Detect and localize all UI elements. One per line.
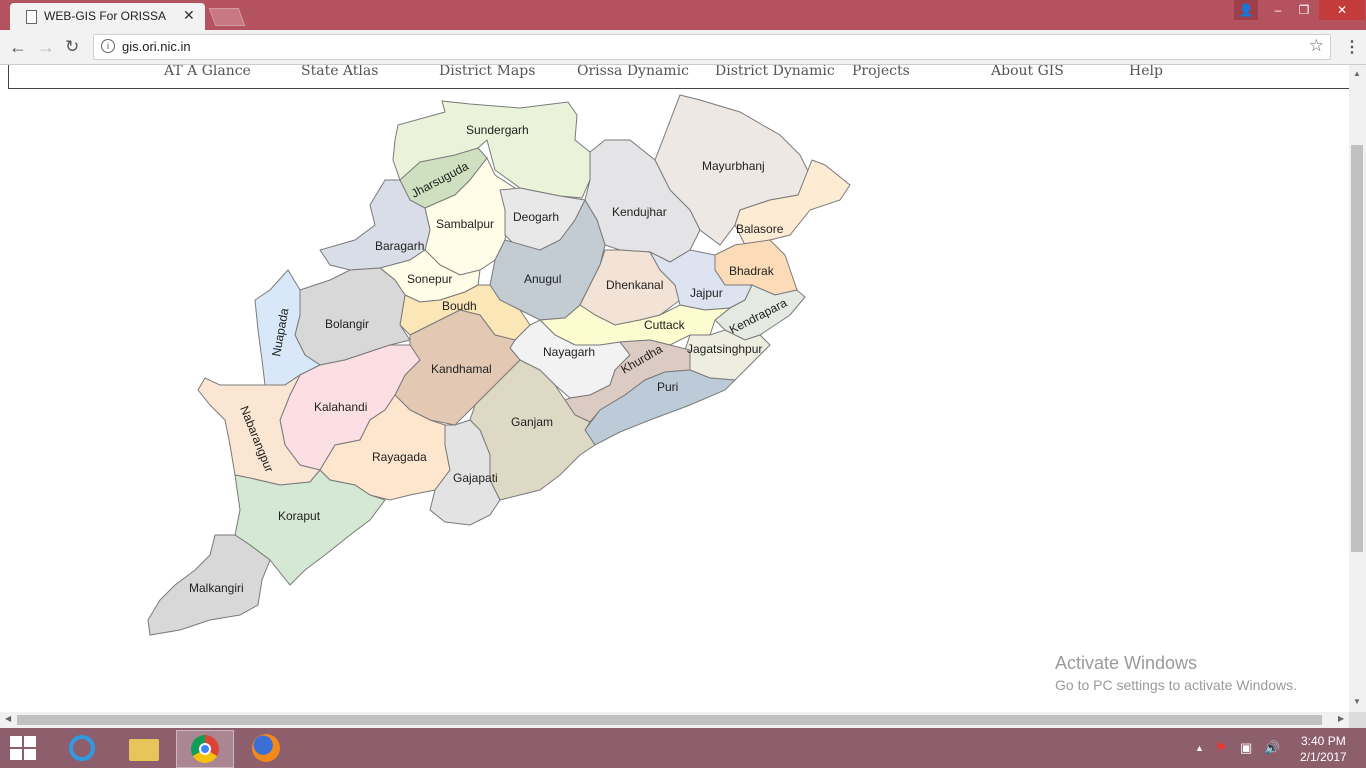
activate-windows-subtitle: Go to PC settings to activate Windows.	[1055, 677, 1297, 693]
user-profile-button[interactable]: 👤	[1234, 0, 1258, 20]
internet-explorer-icon	[69, 735, 95, 761]
action-center-flag-icon[interactable]: ⚑	[1215, 740, 1227, 756]
clock-date[interactable]: 2/1/2017	[1300, 750, 1347, 764]
clock-time[interactable]: 3:40 PM	[1301, 734, 1346, 748]
scroll-right-arrow-icon[interactable]: ▶	[1338, 714, 1344, 723]
scroll-left-arrow-icon[interactable]: ◀	[5, 714, 11, 723]
browser-tab[interactable]: WEB-GIS For ORISSA ✕	[10, 3, 205, 30]
new-tab-button[interactable]	[208, 8, 246, 26]
show-hidden-icons-icon[interactable]: ▲	[1195, 743, 1204, 753]
close-window-button[interactable]: ✕	[1319, 0, 1365, 20]
tab-title: WEB-GIS For ORISSA	[44, 9, 167, 23]
back-icon[interactable]: ←	[9, 37, 27, 58]
screen: WEB-GIS For ORISSA ✕ 👤 – ❐ ✕ ← → ↻ i gis…	[0, 0, 1366, 768]
scroll-up-arrow-icon[interactable]: ▲	[1353, 69, 1361, 78]
page-icon	[26, 10, 37, 24]
tab-close-icon[interactable]: ✕	[183, 7, 195, 24]
orissa-district-map: Sundergarh Jharsuguda Mayurbhanj Sambalp…	[147, 94, 851, 636]
vertical-scroll-thumb[interactable]	[1351, 145, 1363, 552]
start-tile	[10, 749, 22, 760]
restore-button[interactable]: ❐	[1292, 0, 1316, 20]
horizontal-scroll-thumb[interactable]	[17, 715, 1322, 725]
horizontal-scrollbar[interactable]: ◀ ▶	[0, 712, 1349, 728]
windows-start-icon[interactable]	[10, 736, 38, 762]
address-bar[interactable]: i gis.ori.nic.in ☆	[93, 34, 1331, 60]
reload-icon[interactable]: ↻	[65, 37, 79, 57]
district-jagatsinghpur[interactable]	[684, 329, 771, 381]
url-text[interactable]: gis.ori.nic.in	[122, 39, 191, 54]
windows-taskbar: ▲ ⚑ ▣ 🔊 3:40 PM 2/1/2017	[0, 728, 1366, 768]
chrome-menu-icon[interactable]: ⋮	[1344, 37, 1360, 57]
scrollbar-corner	[1349, 712, 1366, 728]
network-icon[interactable]: ▣	[1240, 740, 1252, 756]
volume-icon[interactable]: 🔊	[1264, 740, 1280, 756]
minimize-button[interactable]: –	[1266, 0, 1290, 20]
taskbar-firefox[interactable]	[238, 730, 294, 766]
taskbar-file-explorer[interactable]	[115, 730, 171, 766]
site-info-icon[interactable]: i	[101, 39, 115, 53]
taskbar-internet-explorer[interactable]	[53, 730, 109, 766]
chrome-icon	[191, 735, 219, 763]
browser-titlebar: WEB-GIS For ORISSA ✕ 👤 – ❐ ✕	[0, 0, 1366, 30]
start-tile	[24, 749, 36, 760]
folder-icon	[129, 739, 159, 761]
browser-toolbar: ← → ↻ i gis.ori.nic.in ☆ ⋮	[0, 30, 1366, 65]
taskbar-chrome[interactable]	[176, 730, 234, 768]
page-viewport: AT A Glance State Atlas District Maps Or…	[0, 65, 1349, 712]
firefox-icon	[252, 734, 280, 762]
district-malkangiri[interactable]	[147, 534, 271, 636]
bookmark-star-icon[interactable]: ☆	[1309, 36, 1324, 56]
start-tile	[24, 736, 36, 747]
forward-icon[interactable]: →	[37, 37, 55, 58]
vertical-scrollbar[interactable]: ▲ ▼	[1349, 65, 1366, 712]
activate-windows-title: Activate Windows	[1055, 653, 1198, 673]
start-tile	[10, 736, 22, 747]
scroll-down-arrow-icon[interactable]: ▼	[1353, 697, 1361, 706]
